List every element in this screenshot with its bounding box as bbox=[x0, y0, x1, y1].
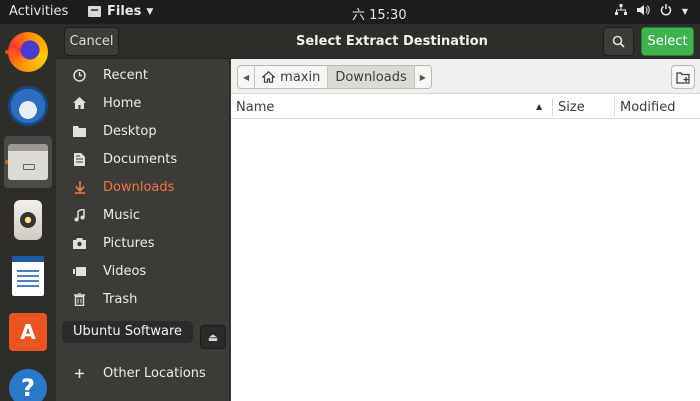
sidebar-item-label: Documents bbox=[103, 151, 178, 167]
column-modified[interactable]: Modified bbox=[620, 95, 675, 119]
chevron-left-icon: ◀ bbox=[243, 72, 250, 82]
music-icon bbox=[56, 208, 103, 222]
dock-item-ubuntu-software[interactable]: A bbox=[4, 306, 52, 358]
app-menu[interactable]: Files ▼ bbox=[88, 4, 153, 19]
system-tray[interactable]: ▼ bbox=[614, 4, 688, 19]
sidebar-item-label: Trash bbox=[103, 291, 138, 307]
column-modified-label: Modified bbox=[620, 99, 676, 115]
sidebar-item-documents[interactable]: Documents bbox=[56, 145, 230, 173]
sidebar-item-pictures[interactable]: Pictures bbox=[56, 229, 230, 257]
volume-icon[interactable] bbox=[636, 4, 650, 19]
top-bar: Activities Files ▼ 六 15:30 ▼ bbox=[0, 0, 700, 24]
sidebar-item-label: Music bbox=[103, 207, 140, 223]
download-icon bbox=[56, 180, 103, 194]
ubuntu-software-icon: A bbox=[9, 313, 47, 351]
sidebar-item-videos[interactable]: Videos bbox=[56, 257, 230, 285]
sidebar-item-trash[interactable]: Trash bbox=[56, 285, 230, 313]
sidebar-item-label: Home bbox=[103, 95, 142, 111]
search-button[interactable] bbox=[603, 27, 634, 56]
document-icon bbox=[56, 152, 103, 166]
file-list[interactable] bbox=[231, 120, 700, 401]
new-folder-icon bbox=[675, 71, 690, 84]
network-icon[interactable] bbox=[614, 4, 627, 19]
folder-icon bbox=[56, 125, 103, 137]
dock-item-rhythmbox[interactable] bbox=[4, 194, 52, 246]
sidebar-item-music[interactable]: Music bbox=[56, 201, 230, 229]
home-icon bbox=[262, 71, 276, 83]
new-folder-button[interactable] bbox=[671, 65, 695, 89]
sidebar-item-home[interactable]: Home bbox=[56, 89, 230, 117]
search-icon bbox=[612, 35, 625, 48]
breadcrumb: ◀ maxin Downloads ▶ bbox=[237, 65, 432, 89]
eject-icon: ⏏ bbox=[207, 330, 219, 344]
caret-down-icon: ▼ bbox=[146, 6, 154, 17]
column-name[interactable]: Name bbox=[236, 95, 546, 119]
column-separator bbox=[552, 98, 553, 116]
sort-ascending-icon[interactable]: ▲ bbox=[536, 102, 542, 111]
clock-icon bbox=[56, 68, 103, 82]
trash-icon bbox=[56, 292, 103, 306]
sidebar-item-label: Videos bbox=[103, 263, 147, 279]
clock[interactable]: 六 15:30 bbox=[352, 4, 407, 23]
file-chooser-content: ◀ maxin Downloads ▶ Name ▲ Size Modified bbox=[231, 59, 700, 401]
files-app-icon bbox=[88, 6, 101, 17]
column-size[interactable]: Size bbox=[558, 95, 585, 119]
sidebar-item-other-locations[interactable]: Other Locations bbox=[56, 359, 230, 387]
rhythmbox-icon bbox=[14, 200, 42, 240]
column-size-label: Size bbox=[558, 99, 585, 115]
dock-item-firefox[interactable] bbox=[4, 26, 52, 78]
breadcrumb-home-label: maxin bbox=[280, 69, 321, 85]
dock-item-libreoffice-writer[interactable] bbox=[4, 250, 52, 302]
sidebar-item-label: Other Locations bbox=[103, 365, 206, 381]
thunderbird-icon bbox=[8, 86, 48, 126]
breadcrumb-home[interactable]: maxin bbox=[255, 66, 329, 88]
dialog-header-bar: Cancel Select Extract Destination Select bbox=[56, 24, 700, 59]
app-menu-label: Files bbox=[107, 4, 142, 19]
select-button[interactable]: Select bbox=[641, 27, 694, 56]
sidebar-item-label: Desktop bbox=[103, 123, 157, 139]
places-sidebar: Recent Home Desktop Documents Downloads … bbox=[56, 59, 230, 401]
dock-item-help[interactable]: ? bbox=[4, 362, 52, 401]
plus-icon bbox=[56, 368, 103, 379]
running-indicator bbox=[5, 50, 9, 54]
eject-button[interactable]: ⏏ bbox=[200, 325, 226, 349]
files-icon bbox=[8, 144, 48, 180]
breadcrumb-current[interactable]: Downloads bbox=[328, 66, 415, 88]
column-separator bbox=[614, 98, 615, 116]
sidebar-item-label: Downloads bbox=[103, 179, 175, 195]
sidebar-item-desktop[interactable]: Desktop bbox=[56, 117, 230, 145]
help-icon: ? bbox=[9, 369, 47, 401]
dock: A ? bbox=[0, 24, 56, 401]
path-forward-button[interactable]: ▶ bbox=[415, 66, 431, 88]
dock-item-files[interactable] bbox=[4, 136, 52, 188]
path-bar: ◀ maxin Downloads ▶ bbox=[231, 59, 700, 94]
camera-icon bbox=[56, 237, 103, 249]
dialog-title: Select Extract Destination bbox=[296, 34, 488, 49]
libreoffice-writer-icon bbox=[12, 256, 44, 296]
sidebar-item-recent[interactable]: Recent bbox=[56, 61, 230, 89]
cancel-button[interactable]: Cancel bbox=[64, 27, 119, 56]
sidebar-item-label: Pictures bbox=[103, 235, 155, 251]
column-name-label: Name bbox=[236, 99, 275, 115]
dock-tooltip: Ubuntu Software bbox=[62, 321, 194, 343]
chevron-right-icon: ▶ bbox=[419, 72, 426, 82]
power-icon[interactable] bbox=[660, 4, 672, 19]
activities-button[interactable]: Activities bbox=[9, 4, 68, 19]
home-icon bbox=[56, 97, 103, 109]
firefox-icon bbox=[8, 32, 48, 72]
column-header: Name ▲ Size Modified bbox=[231, 95, 700, 119]
breadcrumb-current-label: Downloads bbox=[335, 69, 407, 85]
video-icon bbox=[56, 266, 103, 276]
sidebar-item-label: Recent bbox=[103, 67, 148, 83]
path-back-button[interactable]: ◀ bbox=[238, 66, 256, 88]
sidebar-item-downloads[interactable]: Downloads bbox=[56, 173, 230, 201]
chevron-down-icon[interactable]: ▼ bbox=[682, 7, 688, 16]
dock-item-thunderbird[interactable] bbox=[4, 80, 52, 132]
